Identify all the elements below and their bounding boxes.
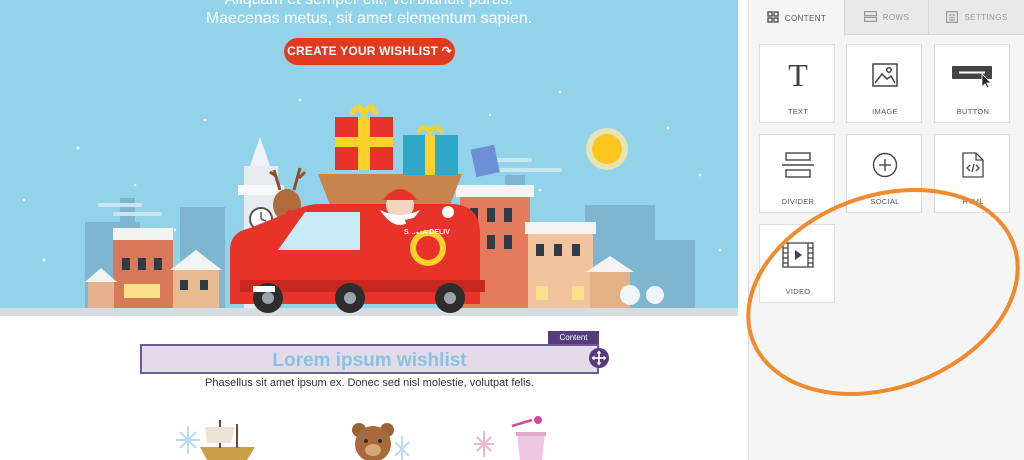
tab-settings[interactable]: SETTINGS (929, 0, 1024, 35)
teddy-bear-image[interactable] (345, 412, 420, 460)
video-icon (760, 237, 836, 273)
sidebar-tabs: CONTENT ROWS SETTINGS (749, 0, 1024, 36)
wishlist-heading[interactable]: Lorem ipsum wishlist (142, 350, 597, 372)
hero-section[interactable]: SANTA DELIV Aliquam et semper elit, vel … (0, 0, 738, 316)
tab-content[interactable]: CONTENT (749, 0, 845, 36)
block-video-label: VIDEO (785, 287, 811, 296)
ship-toy-image[interactable] (175, 412, 270, 460)
create-wishlist-button[interactable]: CREATE YOUR WISHLIST ↷ (284, 38, 455, 65)
content-block-tag[interactable]: Content (548, 331, 599, 345)
social-plus-icon (847, 147, 923, 183)
blocks-sidebar: CONTENT ROWS SETTINGS T TEXT IMAGE BUTTO… (748, 0, 1024, 460)
block-social-label: SOCIAL (870, 197, 900, 206)
block-button-label: BUTTON (956, 107, 990, 116)
block-divider[interactable]: DIVIDER (759, 134, 835, 213)
tab-rows-label: ROWS (882, 13, 910, 22)
drink-toy-image[interactable] (472, 412, 562, 460)
tab-settings-label: SETTINGS (964, 13, 1008, 22)
rows-icon (863, 11, 877, 24)
block-image-label: IMAGE (872, 107, 898, 116)
email-canvas[interactable]: SANTA DELIV Aliquam et semper elit, vel … (0, 0, 748, 460)
block-text-label: TEXT (787, 107, 809, 116)
block-html[interactable]: HTML (934, 134, 1010, 213)
button-icon (935, 57, 1011, 93)
block-html-label: HTML (962, 197, 984, 206)
block-text[interactable]: T TEXT (759, 44, 835, 123)
tab-content-label: CONTENT (784, 13, 827, 23)
block-divider-label: DIVIDER (781, 197, 815, 206)
hero-text-line-1: Aliquam et semper elit, vel blandit puru… (0, 0, 738, 9)
settings-icon (946, 10, 959, 25)
block-social[interactable]: SOCIAL (846, 134, 922, 213)
text-icon: T (760, 57, 836, 93)
hero-text-line-2: Maecenas metus, sit amet elementum sapie… (205, 10, 533, 27)
tab-rows[interactable]: ROWS (845, 0, 929, 35)
divider-icon (760, 147, 836, 183)
grid-icon (767, 11, 779, 25)
block-image[interactable]: IMAGE (846, 44, 922, 123)
block-video[interactable]: VIDEO (759, 224, 835, 303)
svg-text:T: T (788, 59, 808, 91)
wishlist-subtitle[interactable]: Phasellus sit amet ipsum ex. Donec sed n… (140, 377, 599, 389)
image-icon (847, 57, 923, 93)
selected-text-block[interactable]: Lorem ipsum wishlist (140, 344, 599, 374)
html-file-icon (935, 147, 1011, 183)
block-button[interactable]: BUTTON (934, 44, 1010, 123)
move-handle-icon[interactable] (589, 348, 609, 368)
